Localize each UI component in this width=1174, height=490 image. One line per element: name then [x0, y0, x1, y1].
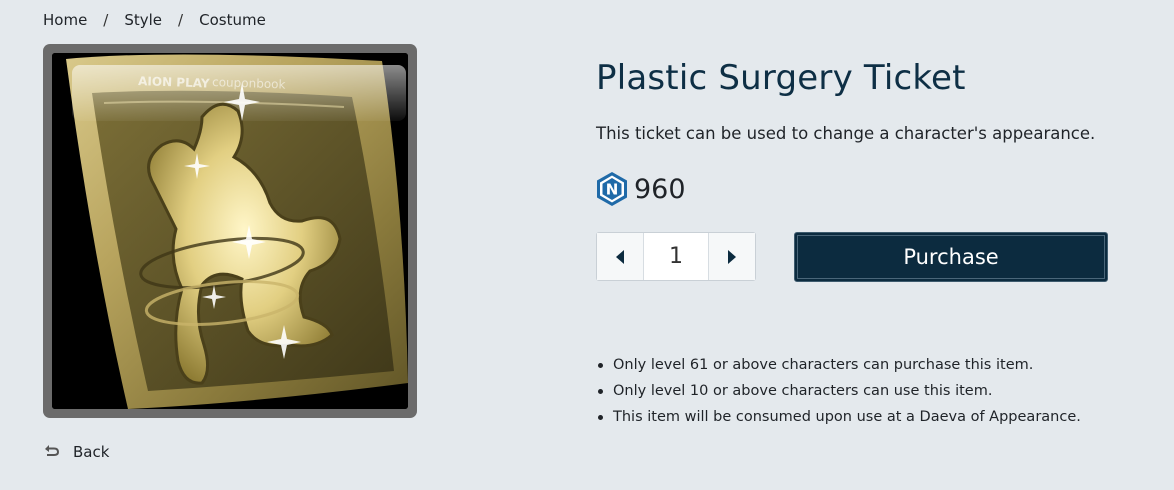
bullet-icon: [598, 414, 603, 420]
note-text: This item will be consumed upon use at a…: [613, 409, 1081, 425]
purchase-button[interactable]: Purchase: [794, 232, 1108, 282]
breadcrumb-style[interactable]: Style: [124, 11, 162, 29]
product-title: Plastic Surgery Ticket: [596, 58, 966, 98]
product-image-frame: AION PLAY couponbook: [43, 44, 417, 418]
breadcrumb-costume[interactable]: Costume: [199, 11, 266, 29]
svg-text:AION PLAY: AION PLAY: [138, 74, 210, 90]
list-item: This item will be consumed upon use at a…: [598, 404, 1081, 430]
breadcrumb-separator: /: [178, 11, 184, 29]
svg-text:couponbook: couponbook: [212, 75, 286, 92]
note-text: Only level 61 or above characters can pu…: [613, 357, 1034, 373]
caret-left-icon: [616, 249, 624, 264]
product-image: AION PLAY couponbook: [52, 53, 408, 409]
list-item: Only level 61 or above characters can pu…: [598, 352, 1081, 378]
breadcrumb-separator: /: [103, 11, 109, 29]
list-item: Only level 10 or above characters can us…: [598, 378, 1081, 404]
ticket-illustration: AION PLAY couponbook: [52, 53, 408, 409]
bullet-icon: [598, 362, 603, 368]
price: N 960: [596, 171, 686, 207]
quantity-stepper: [596, 232, 756, 281]
quantity-input[interactable]: [644, 233, 708, 280]
purchase-notes: Only level 61 or above characters can pu…: [598, 352, 1081, 430]
increment-button[interactable]: [708, 233, 755, 280]
breadcrumb-home[interactable]: Home: [43, 11, 87, 29]
undo-arrow-icon: [45, 445, 59, 456]
note-text: Only level 10 or above characters can us…: [613, 383, 993, 399]
back-label: Back: [73, 443, 110, 461]
product-description: This ticket can be used to change a char…: [596, 124, 1096, 143]
ncoin-icon: N: [597, 172, 627, 206]
ncoin-letter: N: [606, 181, 619, 199]
breadcrumb: Home / Style / Costume: [43, 11, 266, 29]
bullet-icon: [598, 388, 603, 394]
decrement-button[interactable]: [597, 233, 644, 280]
caret-right-icon: [728, 249, 736, 264]
back-link[interactable]: Back: [43, 443, 109, 461]
price-amount: 960: [634, 173, 686, 205]
